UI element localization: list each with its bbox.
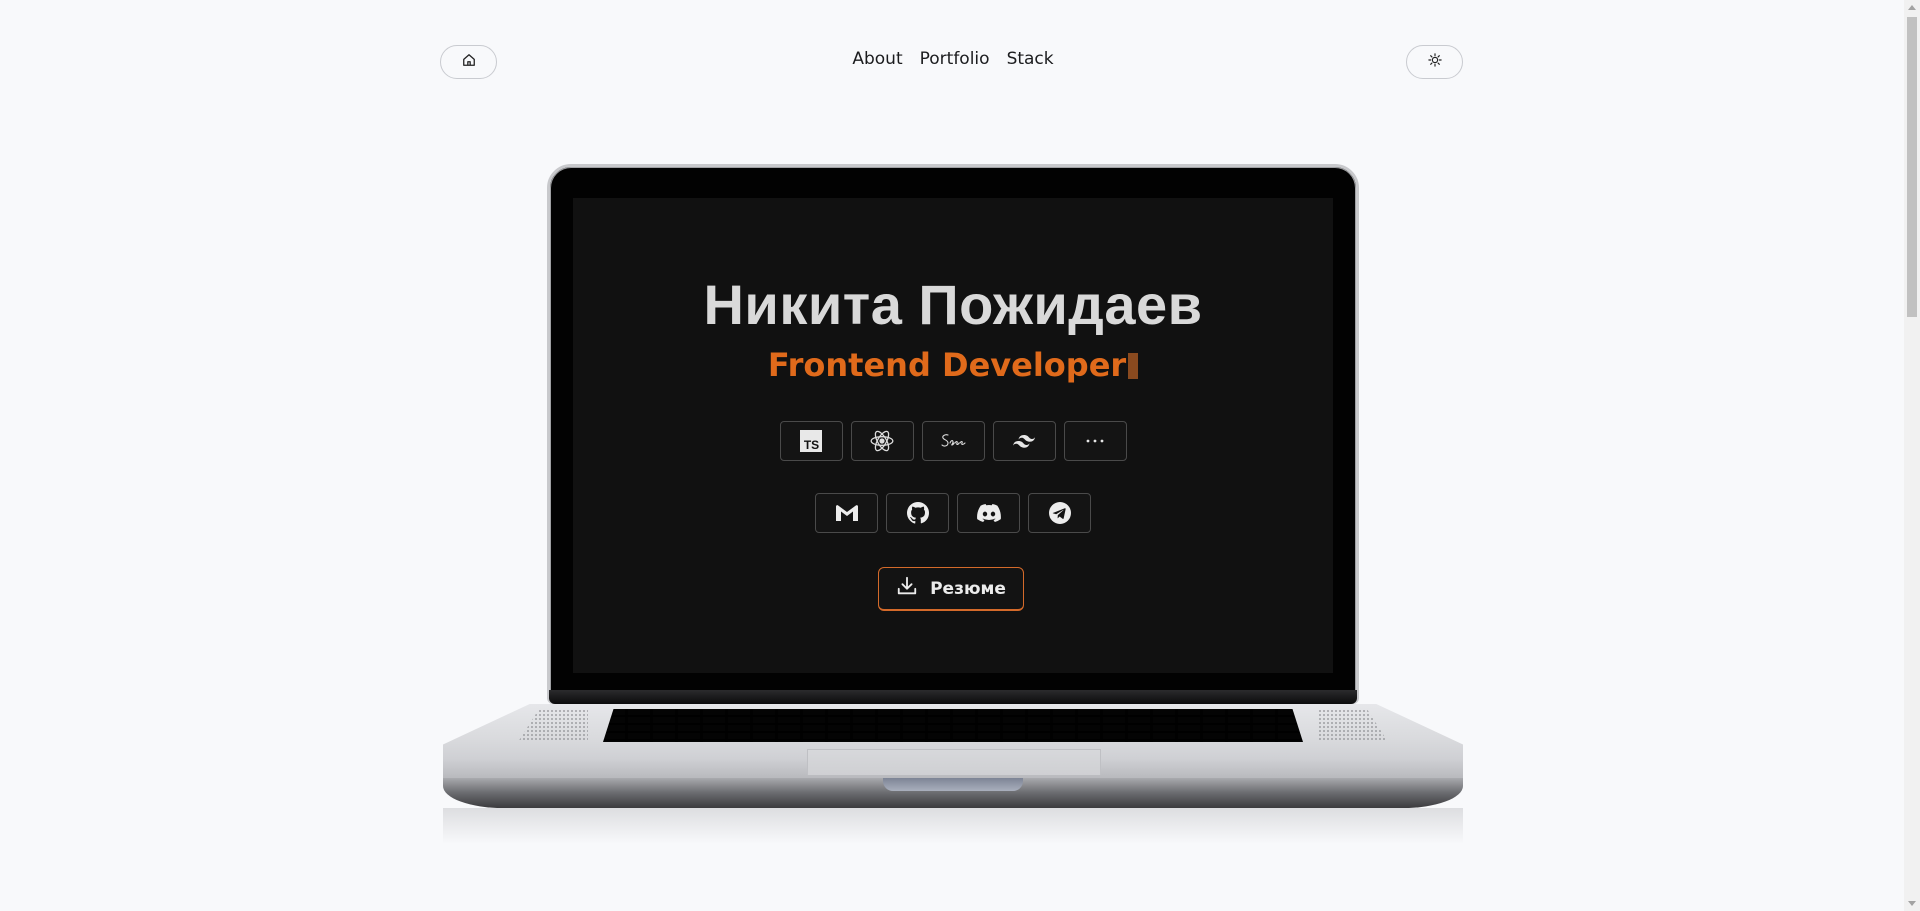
more-stack-chip[interactable] — [1063, 421, 1127, 461]
nav-about[interactable]: About — [852, 49, 902, 69]
svg-text:TS: TS — [804, 438, 819, 452]
hero-role-wrapper: Frontend Developer — [573, 346, 1333, 384]
laptop-keyboard — [603, 709, 1303, 742]
social-links-row — [573, 493, 1333, 533]
discord-icon — [976, 504, 1001, 522]
main-nav: About Portfolio Stack — [0, 49, 1906, 69]
laptop-trackpad — [807, 749, 1101, 775]
telegram-link[interactable] — [1028, 493, 1091, 533]
nav-stack[interactable]: Stack — [1007, 49, 1054, 69]
resume-label: Резюме — [930, 578, 1006, 599]
sass-chip[interactable] — [921, 421, 985, 461]
sass-icon — [939, 431, 967, 451]
download-icon — [896, 575, 918, 602]
telegram-icon — [1048, 501, 1072, 525]
github-icon — [906, 501, 930, 525]
laptop-hinge — [549, 690, 1357, 704]
typing-cursor — [1128, 353, 1139, 379]
resume-download-button[interactable]: Резюме — [878, 567, 1024, 611]
theme-toggle-button[interactable] — [1406, 45, 1463, 79]
react-icon — [869, 428, 895, 454]
gmail-link[interactable] — [815, 493, 878, 533]
page-scrollbar[interactable] — [1904, 0, 1920, 911]
tailwind-icon — [1012, 433, 1036, 449]
more-icon — [1085, 438, 1105, 444]
scroll-down-arrow-icon[interactable] — [1908, 901, 1916, 906]
react-chip[interactable] — [850, 421, 914, 461]
hero-role: Frontend Developer — [767, 346, 1127, 384]
typescript-chip[interactable]: TS — [779, 421, 843, 461]
sun-icon — [1427, 52, 1442, 72]
tech-stack-row: TS — [573, 421, 1333, 461]
tailwind-chip[interactable] — [992, 421, 1056, 461]
laptop-reflection — [443, 808, 1463, 844]
gmail-icon — [835, 504, 859, 522]
nav-portfolio[interactable]: Portfolio — [920, 49, 990, 69]
github-link[interactable] — [886, 493, 949, 533]
typescript-icon: TS — [799, 429, 823, 453]
hero-name: Никита Пожидаев — [703, 273, 1203, 336]
laptop-notch — [883, 778, 1023, 791]
discord-link[interactable] — [957, 493, 1020, 533]
scroll-up-arrow-icon[interactable] — [1908, 5, 1916, 10]
scroll-thumb[interactable] — [1907, 17, 1917, 317]
